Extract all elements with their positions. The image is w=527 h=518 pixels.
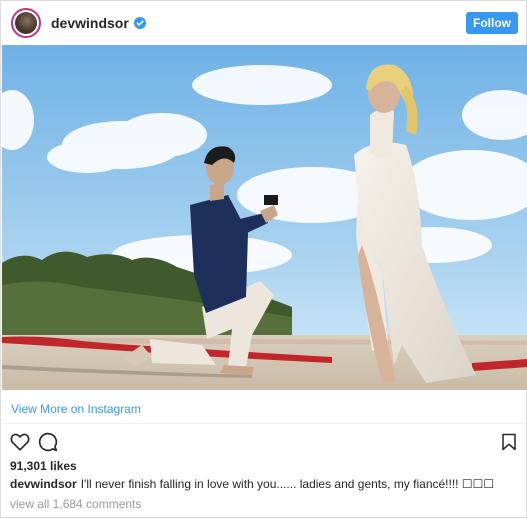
post-actions (9, 431, 520, 453)
post-header: devwindsor Follow (1, 1, 526, 45)
caption-text: I'll never finish falling in love with y… (80, 477, 495, 491)
avatar[interactable] (11, 8, 41, 38)
post-photo[interactable] (2, 45, 527, 390)
follow-button[interactable]: Follow (466, 12, 518, 34)
instagram-embed-card: devwindsor Follow View More on Instagram… (0, 0, 527, 518)
view-all-comments-link[interactable]: view all 1,684 comments (10, 497, 141, 511)
view-more-on-instagram-link[interactable]: View More on Instagram (11, 402, 141, 416)
post-username[interactable]: devwindsor (51, 15, 129, 31)
post-caption: devwindsor I'll never finish falling in l… (10, 477, 518, 491)
likes-count[interactable]: 91,301 likes (10, 459, 77, 473)
verified-icon (133, 17, 146, 29)
divider (2, 423, 527, 424)
caption-username[interactable]: devwindsor (10, 477, 77, 491)
heart-icon[interactable] (9, 431, 31, 453)
avatar-image (15, 12, 37, 34)
comment-bubble-icon[interactable] (37, 431, 59, 453)
bookmark-icon[interactable] (498, 431, 520, 453)
